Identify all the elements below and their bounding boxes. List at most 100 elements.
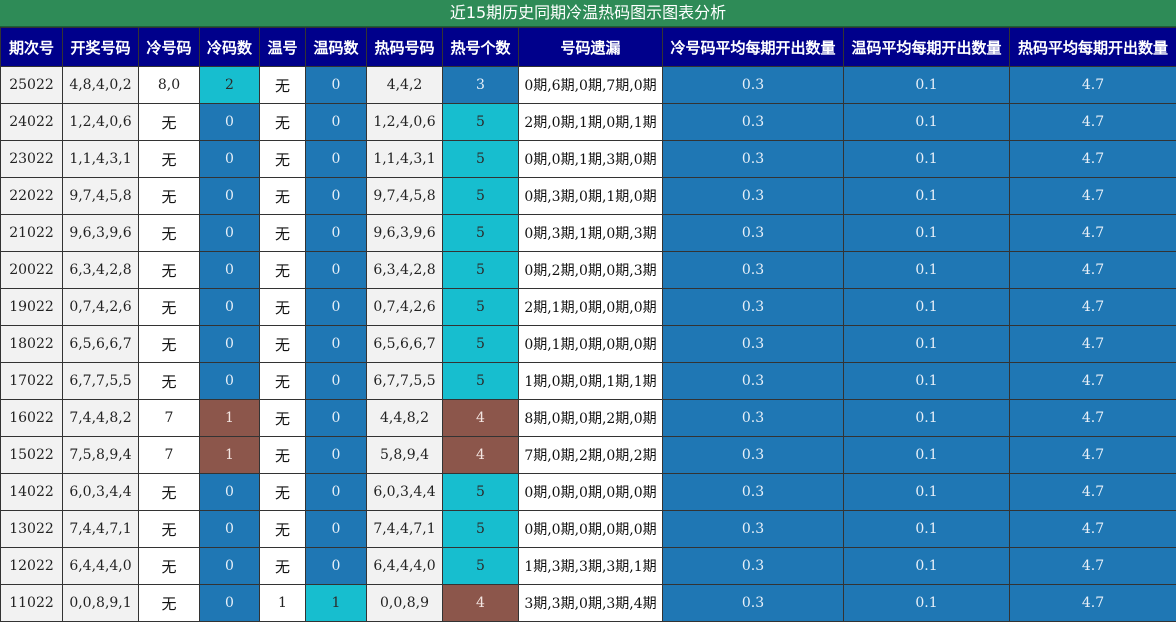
table-row: 230221,1,4,3,1无0无01,1,4,3,150期,0期,1期,3期,… (1, 141, 1176, 178)
cell-hot-numbers: 6,3,4,2,8 (367, 252, 443, 289)
table-row: 180226,5,6,6,7无0无06,5,6,6,750期,1期,0期,0期,… (1, 326, 1176, 363)
cell-hot-count: 3 (443, 67, 519, 104)
cell-numbers: 1,1,4,3,1 (63, 141, 139, 178)
cell-warm-count: 0 (306, 178, 367, 215)
cell-hot-numbers: 9,7,4,5,8 (367, 178, 443, 215)
cell-hot-count: 5 (443, 548, 519, 585)
table-row: 240221,2,4,0,6无0无01,2,4,0,652期,0期,1期,0期,… (1, 104, 1176, 141)
cell-warm-numbers: 无 (260, 215, 306, 252)
col-header-missing: 号码遗漏 (519, 28, 663, 67)
cell-avg-cold: 0.3 (663, 104, 844, 141)
cell-avg-cold: 0.3 (663, 326, 844, 363)
cell-hot-numbers: 9,6,3,9,6 (367, 215, 443, 252)
cell-cold-count: 0 (200, 289, 260, 326)
cell-warm-numbers: 无 (260, 104, 306, 141)
cell-cold-numbers: 无 (139, 141, 200, 178)
col-header-warm-count: 温码数 (306, 28, 367, 67)
cell-missing: 2期,1期,0期,0期,0期 (519, 289, 663, 326)
cell-avg-hot: 4.7 (1010, 289, 1176, 326)
cell-cold-numbers: 8,0 (139, 67, 200, 104)
cell-warm-numbers: 无 (260, 289, 306, 326)
cell-hot-numbers: 6,4,4,4,0 (367, 548, 443, 585)
cell-warm-numbers: 无 (260, 252, 306, 289)
cell-warm-numbers: 无 (260, 437, 306, 474)
cell-hot-numbers: 4,4,2 (367, 67, 443, 104)
cell-cold-numbers: 无 (139, 252, 200, 289)
col-header-avg-hot: 热码平均每期开出数量 (1010, 28, 1176, 67)
table-row: 190220,7,4,2,6无0无00,7,4,2,652期,1期,0期,0期,… (1, 289, 1176, 326)
cell-hot-numbers: 0,7,4,2,6 (367, 289, 443, 326)
cell-issue: 23022 (1, 141, 63, 178)
cell-hot-numbers: 6,7,7,5,5 (367, 363, 443, 400)
cell-avg-hot: 4.7 (1010, 585, 1176, 622)
cell-warm-count: 0 (306, 252, 367, 289)
cell-warm-numbers: 1 (260, 585, 306, 622)
cell-avg-hot: 4.7 (1010, 215, 1176, 252)
cell-hot-count: 4 (443, 585, 519, 622)
cell-hot-count: 5 (443, 363, 519, 400)
col-header-cold-count: 冷码数 (200, 28, 260, 67)
cell-issue: 16022 (1, 400, 63, 437)
cell-avg-cold: 0.3 (663, 363, 844, 400)
cell-hot-count: 5 (443, 326, 519, 363)
cell-cold-count: 0 (200, 252, 260, 289)
cell-avg-hot: 4.7 (1010, 474, 1176, 511)
cell-cold-numbers: 无 (139, 585, 200, 622)
cell-numbers: 6,3,4,2,8 (63, 252, 139, 289)
cell-issue: 15022 (1, 437, 63, 474)
cell-warm-numbers: 无 (260, 178, 306, 215)
cell-numbers: 6,4,4,4,0 (63, 548, 139, 585)
cell-warm-numbers: 无 (260, 363, 306, 400)
cell-avg-hot: 4.7 (1010, 511, 1176, 548)
cell-avg-warm: 0.1 (844, 215, 1010, 252)
cell-cold-count: 0 (200, 585, 260, 622)
cell-avg-cold: 0.3 (663, 215, 844, 252)
cell-avg-warm: 0.1 (844, 474, 1010, 511)
cell-hot-numbers: 5,8,9,4 (367, 437, 443, 474)
cell-issue: 25022 (1, 67, 63, 104)
cell-cold-count: 0 (200, 326, 260, 363)
cell-avg-hot: 4.7 (1010, 178, 1176, 215)
cell-avg-cold: 0.3 (663, 511, 844, 548)
cell-cold-numbers: 无 (139, 363, 200, 400)
cell-avg-cold: 0.3 (663, 178, 844, 215)
cell-hot-numbers: 1,2,4,0,6 (367, 104, 443, 141)
cell-missing: 0期,2期,0期,0期,3期 (519, 252, 663, 289)
cell-avg-warm: 0.1 (844, 141, 1010, 178)
cell-issue: 12022 (1, 548, 63, 585)
cell-warm-count: 0 (306, 67, 367, 104)
table-header-row: 期次号 开奖号码 冷号码 冷码数 温号 温码数 热码号码 热号个数 号码遗漏 冷… (1, 28, 1176, 67)
cell-issue: 17022 (1, 363, 63, 400)
col-header-warm: 温号 (260, 28, 306, 67)
cell-avg-cold: 0.3 (663, 585, 844, 622)
cell-avg-cold: 0.3 (663, 400, 844, 437)
cell-avg-warm: 0.1 (844, 437, 1010, 474)
cell-avg-hot: 4.7 (1010, 437, 1176, 474)
cell-hot-numbers: 1,1,4,3,1 (367, 141, 443, 178)
table-row: 130227,4,4,7,1无0无07,4,4,7,150期,0期,0期,0期,… (1, 511, 1176, 548)
cell-cold-count: 0 (200, 215, 260, 252)
table-row: 200226,3,4,2,8无0无06,3,4,2,850期,2期,0期,0期,… (1, 252, 1176, 289)
cell-cold-numbers: 无 (139, 326, 200, 363)
cell-warm-count: 0 (306, 437, 367, 474)
cell-cold-numbers: 无 (139, 474, 200, 511)
cell-issue: 20022 (1, 252, 63, 289)
cell-hot-count: 5 (443, 252, 519, 289)
cell-cold-count: 2 (200, 67, 260, 104)
cell-avg-hot: 4.7 (1010, 104, 1176, 141)
table-body: 250224,8,4,0,28,02无04,4,230期,6期,0期,7期,0期… (1, 67, 1176, 622)
cell-hot-count: 5 (443, 474, 519, 511)
col-header-hot: 热码号码 (367, 28, 443, 67)
cell-cold-count: 0 (200, 178, 260, 215)
cell-warm-count: 0 (306, 326, 367, 363)
cell-numbers: 6,0,3,4,4 (63, 474, 139, 511)
cell-hot-count: 5 (443, 104, 519, 141)
cell-warm-count: 0 (306, 400, 367, 437)
cell-cold-count: 1 (200, 437, 260, 474)
cell-avg-cold: 0.3 (663, 141, 844, 178)
cell-numbers: 7,4,4,8,2 (63, 400, 139, 437)
cell-missing: 2期,0期,1期,0期,1期 (519, 104, 663, 141)
table-row: 250224,8,4,0,28,02无04,4,230期,6期,0期,7期,0期… (1, 67, 1176, 104)
cell-hot-numbers: 4,4,8,2 (367, 400, 443, 437)
table-row: 220229,7,4,5,8无0无09,7,4,5,850期,3期,0期,1期,… (1, 178, 1176, 215)
